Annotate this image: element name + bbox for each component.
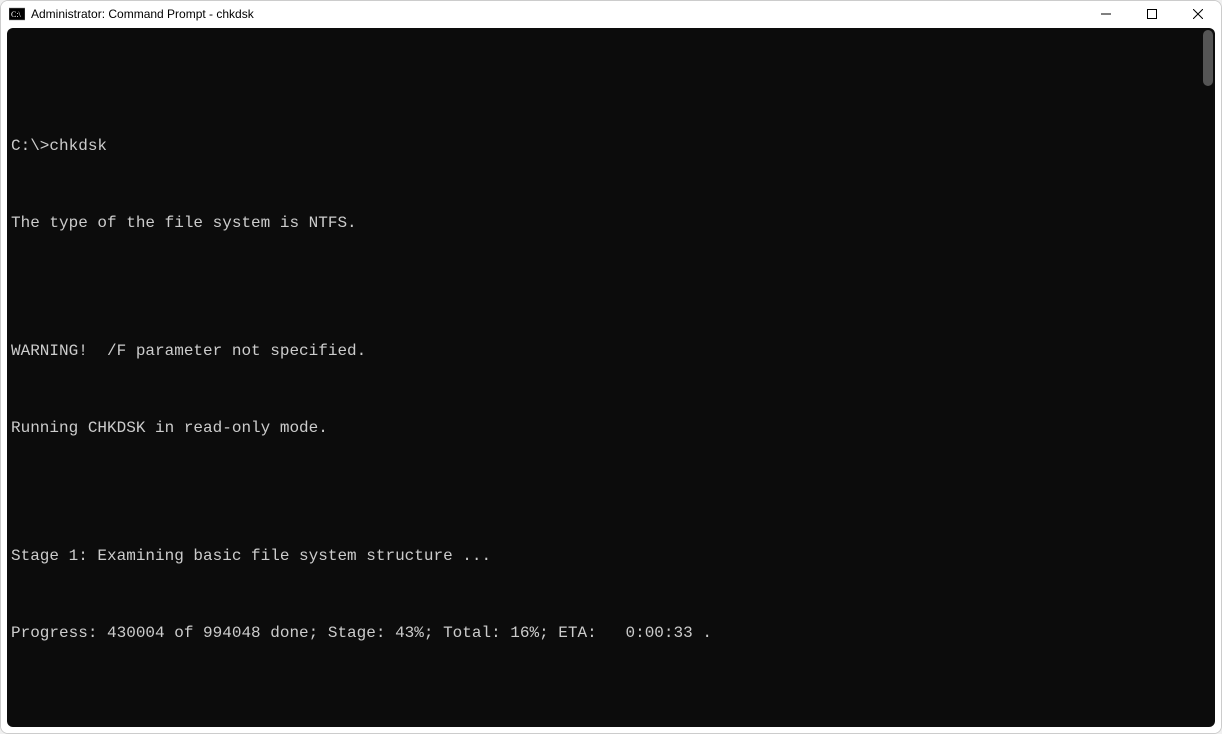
console-line: The type of the file system is NTFS. [11, 211, 1211, 237]
console-line: C:\>chkdsk [11, 134, 1211, 160]
cmd-icon: C:\ [9, 6, 25, 22]
console-line: WARNING! /F parameter not specified. [11, 339, 1211, 365]
console-wrapper: C:\>chkdsk The type of the file system i… [1, 28, 1221, 733]
close-button[interactable] [1175, 1, 1221, 28]
console-line: Running CHKDSK in read-only mode. [11, 416, 1211, 442]
console-line: Stage 1: Examining basic file system str… [11, 544, 1211, 570]
console-output[interactable]: C:\>chkdsk The type of the file system i… [7, 28, 1215, 727]
scrollbar-track[interactable] [1201, 28, 1215, 727]
maximize-button[interactable] [1129, 1, 1175, 28]
svg-text:C:\: C:\ [11, 10, 22, 19]
window-title: Administrator: Command Prompt - chkdsk [31, 7, 1083, 21]
app-window: C:\ Administrator: Command Prompt - chkd… [0, 0, 1222, 734]
minimize-button[interactable] [1083, 1, 1129, 28]
titlebar[interactable]: C:\ Administrator: Command Prompt - chkd… [1, 1, 1221, 28]
window-controls [1083, 1, 1221, 28]
scrollbar-thumb[interactable] [1203, 30, 1213, 86]
console-line: Progress: 430004 of 994048 done; Stage: … [11, 621, 1211, 647]
